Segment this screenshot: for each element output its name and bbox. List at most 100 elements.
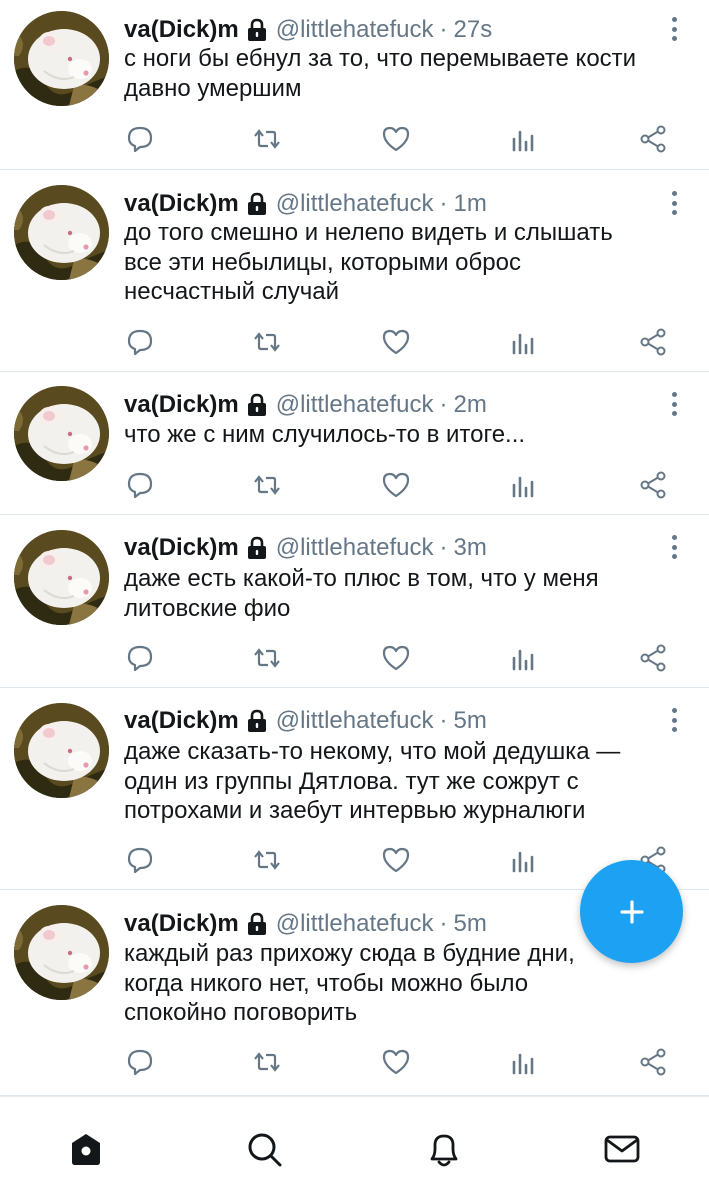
analytics-button[interactable] <box>506 468 540 502</box>
analytics-button[interactable] <box>506 1045 540 1079</box>
like-icon <box>382 847 410 873</box>
bottom-navigation <box>0 1096 709 1200</box>
share-button[interactable] <box>636 122 670 156</box>
like-icon <box>382 472 410 498</box>
avatar[interactable] <box>14 703 109 798</box>
tweet-header: va(Dick)m @littlehatefuck · 27s <box>124 14 492 46</box>
author-handle[interactable]: @littlehatefuck <box>276 534 434 562</box>
analytics-button[interactable] <box>506 325 540 359</box>
more-options-icon[interactable] <box>664 389 684 419</box>
author-name[interactable]: va(Dick)m <box>124 391 239 419</box>
retweet-icon <box>254 332 280 352</box>
analytics-icon <box>512 130 534 152</box>
share-icon <box>640 644 666 672</box>
reply-button[interactable] <box>123 122 157 156</box>
tweet[interactable]: va(Dick)m @littlehatefuck · 5m даже сказ… <box>0 688 709 890</box>
tweet-text-line: с ноги бы ебнул за то, что перемываете к… <box>124 45 637 72</box>
retweet-button[interactable] <box>250 122 284 156</box>
tweet-time[interactable]: 1m <box>454 190 487 218</box>
tweet-text-line: давно умершим <box>124 74 302 102</box>
tweet-time[interactable]: 5m <box>454 707 487 735</box>
reply-button[interactable] <box>123 641 157 675</box>
separator-dot: · <box>439 910 448 937</box>
tweet[interactable]: va(Dick)m @littlehatefuck · 3m даже есть… <box>0 515 709 688</box>
retweet-button[interactable] <box>250 468 284 502</box>
lock-icon <box>246 912 268 936</box>
separator-dot: · <box>439 391 448 418</box>
author-handle[interactable]: @littlehatefuck <box>276 16 434 44</box>
reply-icon <box>127 847 153 874</box>
like-button[interactable] <box>379 468 413 502</box>
reply-button[interactable] <box>123 325 157 359</box>
tweet-text: до того смешно и нелепо видеть и слышать… <box>124 218 684 307</box>
tweet-text: даже есть какой-то плюс в том, что у мен… <box>124 564 684 623</box>
nav-search[interactable] <box>242 1127 286 1171</box>
author-handle[interactable]: @littlehatefuck <box>276 190 434 218</box>
more-options-icon[interactable] <box>664 188 684 218</box>
tweet[interactable]: va(Dick)m @littlehatefuck · 1m до того с… <box>0 170 709 372</box>
author-name[interactable]: va(Dick)m <box>124 910 239 938</box>
nav-notifications[interactable] <box>422 1127 466 1171</box>
analytics-button[interactable] <box>506 122 540 156</box>
lock-icon <box>246 393 268 417</box>
compose-tweet-button[interactable] <box>580 860 683 963</box>
reply-button[interactable] <box>123 1045 157 1079</box>
retweet-button[interactable] <box>250 843 284 877</box>
like-icon <box>382 645 410 671</box>
more-options-icon[interactable] <box>664 705 684 735</box>
author-name[interactable]: va(Dick)m <box>124 190 239 218</box>
avatar[interactable] <box>14 386 109 481</box>
retweet-button[interactable] <box>250 641 284 675</box>
tweet[interactable]: va(Dick)m @littlehatefuck · 2m что же с … <box>0 372 709 515</box>
avatar[interactable] <box>14 905 109 1000</box>
author-name[interactable]: va(Dick)m <box>124 16 239 44</box>
share-button[interactable] <box>636 641 670 675</box>
share-button[interactable] <box>636 1045 670 1079</box>
reply-icon <box>127 126 153 153</box>
analytics-button[interactable] <box>506 641 540 675</box>
author-handle[interactable]: @littlehatefuck <box>276 391 434 419</box>
tweet-time[interactable]: 5m <box>454 910 487 938</box>
nav-messages[interactable] <box>600 1127 644 1171</box>
tweet-time[interactable]: 2m <box>454 391 487 419</box>
notifications-icon <box>430 1134 458 1167</box>
avatar[interactable] <box>14 530 109 625</box>
author-name[interactable]: va(Dick)m <box>124 707 239 735</box>
share-button[interactable] <box>636 325 670 359</box>
like-button[interactable] <box>379 325 413 359</box>
like-button[interactable] <box>379 122 413 156</box>
retweet-button[interactable] <box>250 325 284 359</box>
share-icon <box>640 125 666 153</box>
like-button[interactable] <box>379 843 413 877</box>
author-handle[interactable]: @littlehatefuck <box>276 910 434 938</box>
more-options-icon[interactable] <box>664 532 684 562</box>
like-button[interactable] <box>379 641 413 675</box>
reply-button[interactable] <box>123 843 157 877</box>
author-name[interactable]: va(Dick)m <box>124 534 239 562</box>
share-icon <box>640 328 666 356</box>
analytics-button[interactable] <box>506 843 540 877</box>
separator-dot: · <box>439 190 448 217</box>
analytics-icon <box>512 851 534 873</box>
retweet-button[interactable] <box>250 1045 284 1079</box>
avatar[interactable] <box>14 11 109 106</box>
tweet-text-line: литовские фио <box>124 594 291 622</box>
avatar[interactable] <box>14 185 109 280</box>
tweet-header: va(Dick)m @littlehatefuck · 5m <box>124 908 487 940</box>
tweet-text: что же с ним случилось-то в итоге... <box>124 420 684 450</box>
tweet-text-line: что же с ним случилось-то в итоге... <box>124 421 526 448</box>
share-icon <box>640 1048 666 1076</box>
tweet-text-line: когда никого нет, чтобы можно было <box>124 969 529 997</box>
nav-home[interactable] <box>64 1127 108 1171</box>
author-handle[interactable]: @littlehatefuck <box>276 707 434 735</box>
like-button[interactable] <box>379 1045 413 1079</box>
tweet-text-line: даже есть какой-то плюс в том, что у мен… <box>124 565 599 592</box>
tweet-time[interactable]: 27s <box>454 16 493 44</box>
tweet[interactable]: va(Dick)m @littlehatefuck · 27s с ноги б… <box>0 0 709 170</box>
search-icon <box>248 1133 282 1167</box>
reply-button[interactable] <box>123 468 157 502</box>
more-options-icon[interactable] <box>664 14 684 44</box>
share-button[interactable] <box>636 468 670 502</box>
tweet-time[interactable]: 3m <box>454 534 487 562</box>
tweet-text-line: даже сказать-то некому, что мой дедушка … <box>124 738 621 765</box>
